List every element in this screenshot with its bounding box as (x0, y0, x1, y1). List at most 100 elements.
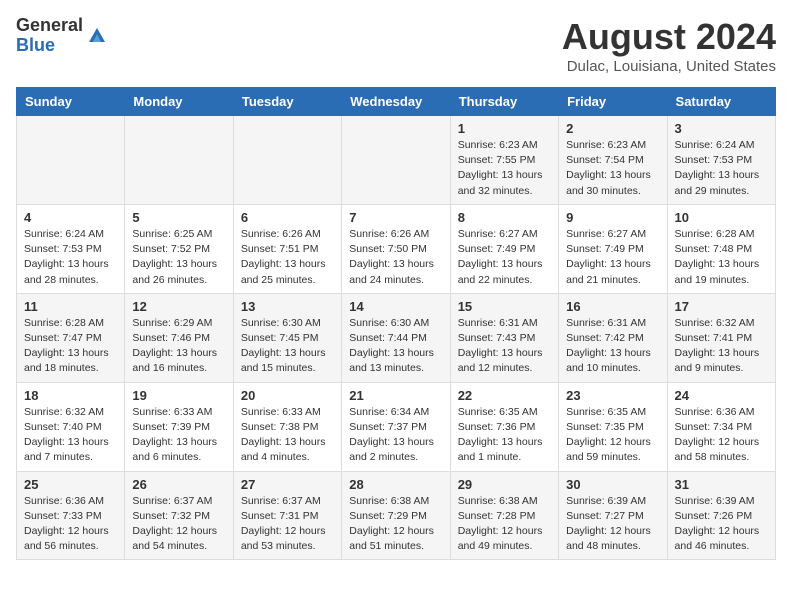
weekday-wednesday: Wednesday (342, 88, 450, 116)
day-number: 29 (458, 477, 551, 492)
location: Dulac, Louisiana, United States (562, 58, 776, 75)
day-number: 21 (349, 388, 442, 403)
day-info: Sunrise: 6:23 AM Sunset: 7:54 PM Dayligh… (566, 138, 659, 199)
day-info: Sunrise: 6:39 AM Sunset: 7:27 PM Dayligh… (566, 494, 659, 555)
page-header: General Blue August 2024 Dulac, Louisian… (16, 16, 776, 75)
week-row-2: 4 Sunrise: 6:24 AM Sunset: 7:53 PM Daylig… (17, 204, 776, 293)
weekday-thursday: Thursday (450, 88, 558, 116)
day-number: 14 (349, 299, 442, 314)
day-info: Sunrise: 6:32 AM Sunset: 7:41 PM Dayligh… (675, 316, 768, 377)
title-block: August 2024 Dulac, Louisiana, United Sta… (562, 16, 776, 75)
calendar-cell: 16Sunrise: 6:31 AM Sunset: 7:42 PM Dayli… (559, 293, 667, 382)
calendar-cell (125, 116, 233, 205)
calendar-cell: 7 Sunrise: 6:26 AM Sunset: 7:50 PM Daylig… (342, 204, 450, 293)
calendar-cell: 3 Sunrise: 6:24 AM Sunset: 7:53 PM Daylig… (667, 116, 775, 205)
calendar-cell: 8 Sunrise: 6:27 AM Sunset: 7:49 PM Daylig… (450, 204, 558, 293)
day-number: 9 (566, 210, 659, 225)
logo-icon (85, 24, 109, 48)
day-number: 4 (24, 210, 117, 225)
day-number: 26 (132, 477, 225, 492)
calendar-cell: 1Sunrise: 6:23 AM Sunset: 7:55 PM Daylig… (450, 116, 558, 205)
calendar-cell (17, 116, 125, 205)
calendar-cell: 31 Sunrise: 6:39 AM Sunset: 7:26 PM Dayli… (667, 471, 775, 560)
day-info: Sunrise: 6:29 AM Sunset: 7:46 PM Dayligh… (132, 316, 225, 377)
day-info: Sunrise: 6:32 AM Sunset: 7:40 PM Dayligh… (24, 405, 117, 466)
day-number: 23 (566, 388, 659, 403)
day-number: 22 (458, 388, 551, 403)
day-info: Sunrise: 6:36 AM Sunset: 7:33 PM Dayligh… (24, 494, 117, 555)
day-info: Sunrise: 6:24 AM Sunset: 7:53 PM Dayligh… (675, 138, 768, 199)
day-info: Sunrise: 6:34 AM Sunset: 7:37 PM Dayligh… (349, 405, 442, 466)
day-number: 17 (675, 299, 768, 314)
calendar-cell: 14 Sunrise: 6:30 AM Sunset: 7:44 PM Dayli… (342, 293, 450, 382)
day-info: Sunrise: 6:30 AM Sunset: 7:44 PM Dayligh… (349, 316, 442, 377)
day-number: 1 (458, 121, 551, 136)
day-info: Sunrise: 6:38 AM Sunset: 7:29 PM Dayligh… (349, 494, 442, 555)
day-info: Sunrise: 6:35 AM Sunset: 7:36 PM Dayligh… (458, 405, 551, 466)
day-number: 6 (241, 210, 334, 225)
day-info: Sunrise: 6:31 AM Sunset: 7:43 PM Dayligh… (458, 316, 551, 377)
day-info: Sunrise: 6:27 AM Sunset: 7:49 PM Dayligh… (566, 227, 659, 288)
logo: General Blue (16, 16, 109, 56)
calendar-cell: 9 Sunrise: 6:27 AM Sunset: 7:49 PM Daylig… (559, 204, 667, 293)
day-info: Sunrise: 6:30 AM Sunset: 7:45 PM Dayligh… (241, 316, 334, 377)
day-info: Sunrise: 6:39 AM Sunset: 7:26 PM Dayligh… (675, 494, 768, 555)
day-info: Sunrise: 6:24 AM Sunset: 7:53 PM Dayligh… (24, 227, 117, 288)
day-number: 2 (566, 121, 659, 136)
day-info: Sunrise: 6:28 AM Sunset: 7:47 PM Dayligh… (24, 316, 117, 377)
calendar-cell: 2 Sunrise: 6:23 AM Sunset: 7:54 PM Daylig… (559, 116, 667, 205)
calendar-cell: 18Sunrise: 6:32 AM Sunset: 7:40 PM Dayli… (17, 382, 125, 471)
calendar-cell: 22 Sunrise: 6:35 AM Sunset: 7:36 PM Dayli… (450, 382, 558, 471)
calendar-cell: 30Sunrise: 6:39 AM Sunset: 7:27 PM Dayli… (559, 471, 667, 560)
calendar-cell: 13 Sunrise: 6:30 AM Sunset: 7:45 PM Dayli… (233, 293, 341, 382)
day-number: 25 (24, 477, 117, 492)
weekday-sunday: Sunday (17, 88, 125, 116)
day-info: Sunrise: 6:26 AM Sunset: 7:50 PM Dayligh… (349, 227, 442, 288)
day-number: 5 (132, 210, 225, 225)
calendar-table: SundayMondayTuesdayWednesdayThursdayFrid… (16, 87, 776, 560)
day-number: 28 (349, 477, 442, 492)
week-row-3: 11 Sunrise: 6:28 AM Sunset: 7:47 PM Dayli… (17, 293, 776, 382)
calendar-cell: 28 Sunrise: 6:38 AM Sunset: 7:29 PM Dayli… (342, 471, 450, 560)
calendar-cell: 19Sunrise: 6:33 AM Sunset: 7:39 PM Dayli… (125, 382, 233, 471)
day-info: Sunrise: 6:38 AM Sunset: 7:28 PM Dayligh… (458, 494, 551, 555)
calendar-cell: 11 Sunrise: 6:28 AM Sunset: 7:47 PM Dayli… (17, 293, 125, 382)
calendar-cell (342, 116, 450, 205)
day-number: 11 (24, 299, 117, 314)
calendar-cell: 27 Sunrise: 6:37 AM Sunset: 7:31 PM Dayli… (233, 471, 341, 560)
day-number: 8 (458, 210, 551, 225)
day-info: Sunrise: 6:36 AM Sunset: 7:34 PM Dayligh… (675, 405, 768, 466)
day-number: 10 (675, 210, 768, 225)
calendar-cell: 15 Sunrise: 6:31 AM Sunset: 7:43 PM Dayli… (450, 293, 558, 382)
logo-general-text: General (16, 16, 83, 36)
day-number: 24 (675, 388, 768, 403)
day-info: Sunrise: 6:33 AM Sunset: 7:38 PM Dayligh… (241, 405, 334, 466)
week-row-4: 18Sunrise: 6:32 AM Sunset: 7:40 PM Dayli… (17, 382, 776, 471)
weekday-friday: Friday (559, 88, 667, 116)
calendar-cell: 26Sunrise: 6:37 AM Sunset: 7:32 PM Dayli… (125, 471, 233, 560)
day-number: 15 (458, 299, 551, 314)
day-number: 13 (241, 299, 334, 314)
calendar-cell: 29 Sunrise: 6:38 AM Sunset: 7:28 PM Dayli… (450, 471, 558, 560)
calendar-cell: 25 Sunrise: 6:36 AM Sunset: 7:33 PM Dayli… (17, 471, 125, 560)
week-row-5: 25 Sunrise: 6:36 AM Sunset: 7:33 PM Dayli… (17, 471, 776, 560)
day-number: 12 (132, 299, 225, 314)
month-title: August 2024 (562, 16, 776, 58)
day-info: Sunrise: 6:28 AM Sunset: 7:48 PM Dayligh… (675, 227, 768, 288)
calendar-cell: 24 Sunrise: 6:36 AM Sunset: 7:34 PM Dayli… (667, 382, 775, 471)
calendar-cell: 5 Sunrise: 6:25 AM Sunset: 7:52 PM Daylig… (125, 204, 233, 293)
day-info: Sunrise: 6:25 AM Sunset: 7:52 PM Dayligh… (132, 227, 225, 288)
week-row-1: 1Sunrise: 6:23 AM Sunset: 7:55 PM Daylig… (17, 116, 776, 205)
day-number: 27 (241, 477, 334, 492)
weekday-header-row: SundayMondayTuesdayWednesdayThursdayFrid… (17, 88, 776, 116)
logo-blue-text: Blue (16, 36, 83, 56)
day-number: 7 (349, 210, 442, 225)
day-info: Sunrise: 6:37 AM Sunset: 7:31 PM Dayligh… (241, 494, 334, 555)
day-info: Sunrise: 6:27 AM Sunset: 7:49 PM Dayligh… (458, 227, 551, 288)
day-number: 31 (675, 477, 768, 492)
day-info: Sunrise: 6:33 AM Sunset: 7:39 PM Dayligh… (132, 405, 225, 466)
day-number: 20 (241, 388, 334, 403)
calendar-cell: 6Sunrise: 6:26 AM Sunset: 7:51 PM Daylig… (233, 204, 341, 293)
calendar-cell: 20 Sunrise: 6:33 AM Sunset: 7:38 PM Dayli… (233, 382, 341, 471)
day-number: 3 (675, 121, 768, 136)
